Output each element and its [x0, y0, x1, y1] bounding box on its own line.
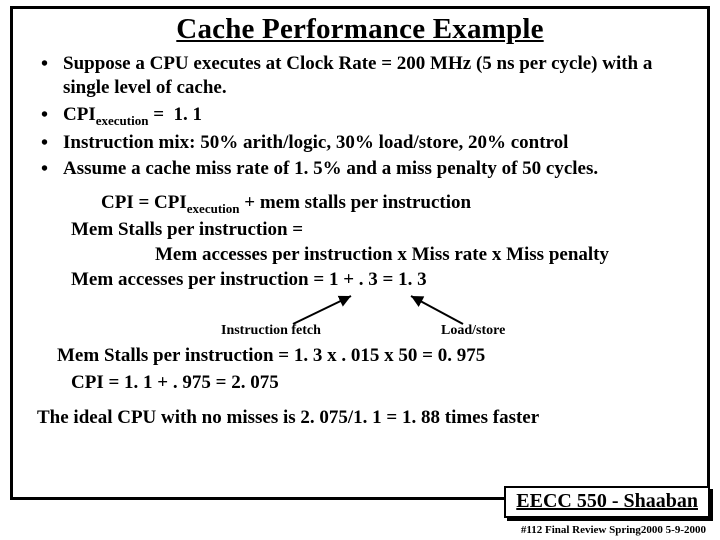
bullet-list: Suppose a CPU executes at Clock Rate = 2… — [35, 52, 693, 182]
bullet-item: Suppose a CPU executes at Clock Rate = 2… — [35, 52, 693, 101]
formula-block: CPI = CPIexecution + mem stalls per inst… — [71, 190, 693, 342]
results-block: Mem Stalls per instruction = 1. 3 x . 01… — [57, 342, 693, 397]
formula-text: CPI = CPI — [101, 192, 187, 213]
result-line: CPI = 1. 1 + . 975 = 2. 075 — [71, 369, 693, 397]
slide-title: Cache Performance Example — [27, 13, 693, 46]
slide-frame: Cache Performance Example Suppose a CPU … — [10, 6, 710, 500]
bullet-item: Instruction mix: 50% arith/logic, 30% lo… — [35, 131, 693, 155]
arrow-svg — [71, 294, 671, 342]
subscript: execution — [187, 200, 240, 215]
bullet-text: Suppose a CPU executes at Clock Rate = 2… — [63, 53, 652, 98]
formula-line: Mem accesses per instruction = 1 + . 3 =… — [71, 267, 693, 292]
result-line: Mem Stalls per instruction = 1. 3 x . 01… — [57, 342, 693, 370]
bullet-item: Assume a cache miss rate of 1. 5% and a … — [35, 157, 693, 181]
formula-text: + mem stalls per instruction — [240, 192, 472, 213]
bullet-text: Assume a cache miss rate of 1. 5% and a … — [63, 158, 598, 179]
footer-text: #112 Final Review Spring2000 5-9-2000 — [521, 524, 706, 536]
bullet-item: CPIexecution = 1. 1 — [35, 103, 693, 129]
formula-line: Mem Stalls per instruction = — [71, 217, 693, 242]
formula-line: CPI = CPIexecution + mem stalls per inst… — [101, 190, 693, 217]
course-box: EECC 550 - Shaaban — [504, 486, 710, 518]
conclusion-line: The ideal CPU with no misses is 2. 075/1… — [37, 407, 693, 429]
bullet-text: Instruction mix: 50% arith/logic, 30% lo… — [63, 132, 568, 153]
arrow-label-left: Instruction fetch — [221, 322, 321, 340]
arrow-label-right: Load/store — [441, 322, 505, 340]
arrow-diagram: Instruction fetch Load/store — [71, 294, 693, 342]
formula-line: Mem accesses per instruction x Miss rate… — [155, 242, 693, 267]
subscript: execution — [96, 112, 149, 127]
